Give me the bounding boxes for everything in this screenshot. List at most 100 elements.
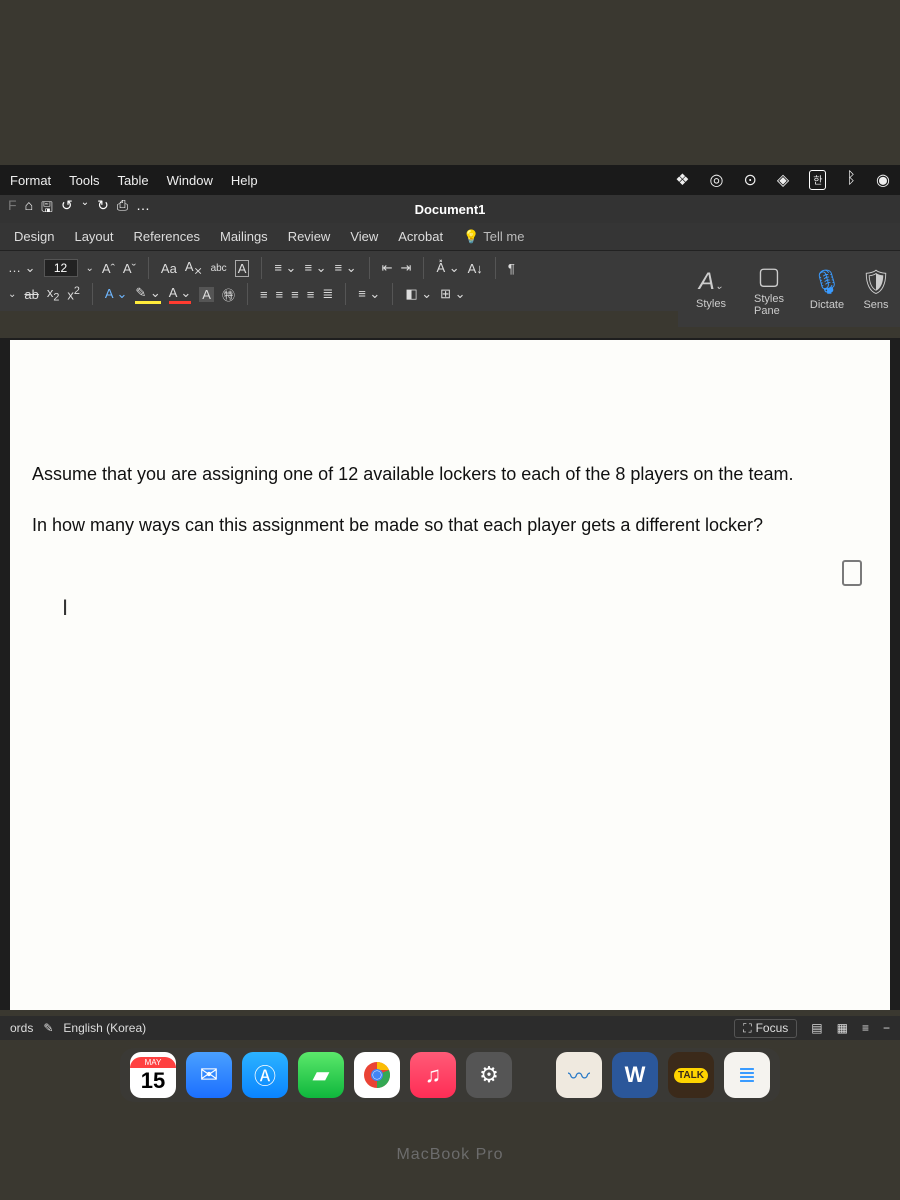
menu-tools[interactable]: Tools [69, 173, 99, 188]
asian-layout-button[interactable]: A̽ ⌄ [436, 260, 459, 276]
sort-button[interactable]: A↓ [468, 261, 483, 276]
tab-references[interactable]: References [134, 229, 200, 244]
phonetic-button[interactable]: abc [211, 263, 227, 274]
dock-mail[interactable]: ✉︎ [186, 1052, 232, 1098]
enclose-char-button[interactable]: ㊕ [222, 285, 235, 304]
talk-icon: TALK [674, 1068, 708, 1083]
undo-icon[interactable]: ↺ [61, 197, 73, 221]
font-size-chevron-icon[interactable]: ⌄ [86, 263, 94, 274]
word-window: F ⌂ 🖫 ↺ ⌄ ↻ ⎙ … Document1 Design Layout … [0, 195, 900, 311]
justify-button[interactable]: ≡ [307, 287, 315, 302]
dock-kakaotalk[interactable]: TALK [668, 1052, 714, 1098]
dock-todo[interactable]: ≣ [724, 1052, 770, 1098]
tab-mailings[interactable]: Mailings [220, 229, 268, 244]
tab-design[interactable]: Design [14, 229, 54, 244]
at-icon[interactable]: ◎ [710, 170, 724, 190]
multilevel-button[interactable]: ≡ ⌄ [335, 260, 357, 276]
font-color-button[interactable]: A ⌄ [169, 285, 191, 304]
subscript-button[interactable]: x2 [47, 285, 60, 304]
dock-music[interactable]: ♫ [410, 1052, 456, 1098]
music-icon: ♫ [425, 1062, 442, 1088]
borders-button[interactable]: ⊞ ⌄ [440, 286, 465, 302]
tab-layout[interactable]: Layout [74, 229, 113, 244]
styles-button[interactable]: A⌄ Styles [684, 268, 738, 310]
row2-chevron-icon[interactable]: ⌄ [8, 289, 16, 300]
zoom-out-icon[interactable]: − [883, 1021, 890, 1035]
align-center-button[interactable]: ≡ [276, 287, 284, 302]
styles-icon: A⌄ [699, 268, 723, 296]
menu-table[interactable]: Table [118, 173, 149, 188]
grow-font-button[interactable]: Aˆ [102, 261, 115, 276]
text-effects-button[interactable]: A ⌄ [105, 286, 127, 302]
dock-calendar[interactable]: MAY 15 [130, 1052, 176, 1098]
paste-options-icon[interactable] [842, 560, 862, 586]
shrink-font-button[interactable]: Aˇ [123, 261, 136, 276]
distributed-button[interactable]: ≣ [322, 286, 333, 302]
tell-me[interactable]: 💡 Tell me [463, 229, 524, 245]
tab-view[interactable]: View [350, 229, 378, 244]
spellcheck-icon[interactable]: ✎ [43, 1021, 53, 1035]
ribbon-right-group: A⌄ Styles ▢ Styles Pane 🎙 Dictate 🛡 Sens [678, 251, 900, 327]
strike-button[interactable]: ab [24, 287, 38, 302]
font-size-input[interactable]: 12 [44, 259, 78, 277]
char-border-button[interactable]: A [235, 260, 250, 277]
char-shading-button[interactable]: A [199, 287, 214, 302]
print-layout-icon[interactable]: ▦ [837, 1021, 848, 1035]
change-case-button[interactable]: Aa [161, 261, 177, 276]
dock-facetime[interactable]: ▰ [298, 1052, 344, 1098]
align-right-button[interactable]: ≡ [291, 287, 299, 302]
menu-window[interactable]: Window [167, 173, 213, 188]
dock-settings[interactable]: ⚙︎ [466, 1052, 512, 1098]
dec-indent-button[interactable]: ⇤ [382, 260, 393, 276]
diamond-icon[interactable]: ◈ [777, 170, 789, 190]
word-count[interactable]: ords [10, 1021, 33, 1035]
focus-button[interactable]: ⛶ Focus [734, 1019, 797, 1038]
document-page[interactable]: Assume that you are assigning one of 12 … [10, 340, 890, 1010]
language-label[interactable]: English (Korea) [63, 1021, 146, 1035]
more-icon[interactable]: … [136, 197, 150, 221]
bullets-button[interactable]: ≡ ⌄ [274, 260, 296, 276]
menu-format[interactable]: Format [10, 173, 51, 188]
pilcrow-button[interactable]: ¶ [508, 261, 515, 276]
tab-review[interactable]: Review [288, 229, 331, 244]
appstore-icon: Ⓐ [254, 1059, 276, 1091]
play-icon[interactable]: ⊙ [744, 170, 757, 190]
qat-leading: F [8, 197, 17, 221]
numbering-button[interactable]: ≡ ⌄ [304, 260, 326, 276]
clear-format-button[interactable]: A⨯ [185, 259, 203, 278]
dock-chrome[interactable] [354, 1052, 400, 1098]
highlight-button[interactable]: ✎ ⌄ [135, 285, 160, 304]
document-canvas[interactable]: Assume that you are assigning one of 12 … [0, 338, 900, 1010]
paragraph-2: In how many ways can this assignment be … [32, 511, 872, 540]
menu-help[interactable]: Help [231, 173, 258, 188]
redo-icon[interactable]: ↻ [97, 197, 109, 221]
dictate-button[interactable]: 🎙 Dictate [800, 268, 854, 311]
sensitivity-button[interactable]: 🛡 Sens [858, 268, 894, 311]
dock-appstore[interactable]: Ⓐ [242, 1052, 288, 1098]
align-left-button[interactable]: ≡ [260, 287, 268, 302]
line-spacing-button[interactable]: ≡ ⌄ [358, 286, 380, 302]
read-mode-icon[interactable]: ▤ [811, 1021, 822, 1035]
inc-indent-button[interactable]: ⇥ [401, 260, 412, 276]
bluetooth-icon[interactable]: ᛒ [846, 170, 856, 190]
dropbox-icon[interactable]: ❖ [675, 170, 689, 190]
device-label: MacBook Pro [396, 1146, 503, 1164]
home-icon[interactable]: ⌂ [25, 197, 33, 221]
undo-chevron-icon[interactable]: ⌄ [81, 197, 89, 221]
sensitivity-icon: 🛡 [861, 268, 891, 297]
ribbon-tabs: Design Layout References Mailings Review… [0, 223, 900, 251]
tab-acrobat[interactable]: Acrobat [398, 229, 443, 244]
superscript-button[interactable]: x2 [67, 285, 80, 302]
document-title: Document1 [415, 202, 486, 217]
dock-app-extra[interactable]: 〰 [556, 1052, 602, 1098]
styles-pane-button[interactable]: ▢ Styles Pane [742, 262, 796, 317]
hangul-icon[interactable]: 한 [809, 170, 826, 190]
dock-word[interactable]: W [612, 1052, 658, 1098]
print-icon[interactable]: ⎙ [117, 197, 128, 221]
shading-button[interactable]: ◧ ⌄ [405, 286, 432, 302]
font-name-more[interactable]: … ⌄ [8, 260, 36, 276]
web-layout-icon[interactable]: ≡ [862, 1021, 869, 1035]
word-icon: W [625, 1062, 646, 1088]
save-icon[interactable]: 🖫 [41, 197, 53, 221]
wifi-icon[interactable]: ◉ [876, 170, 890, 190]
